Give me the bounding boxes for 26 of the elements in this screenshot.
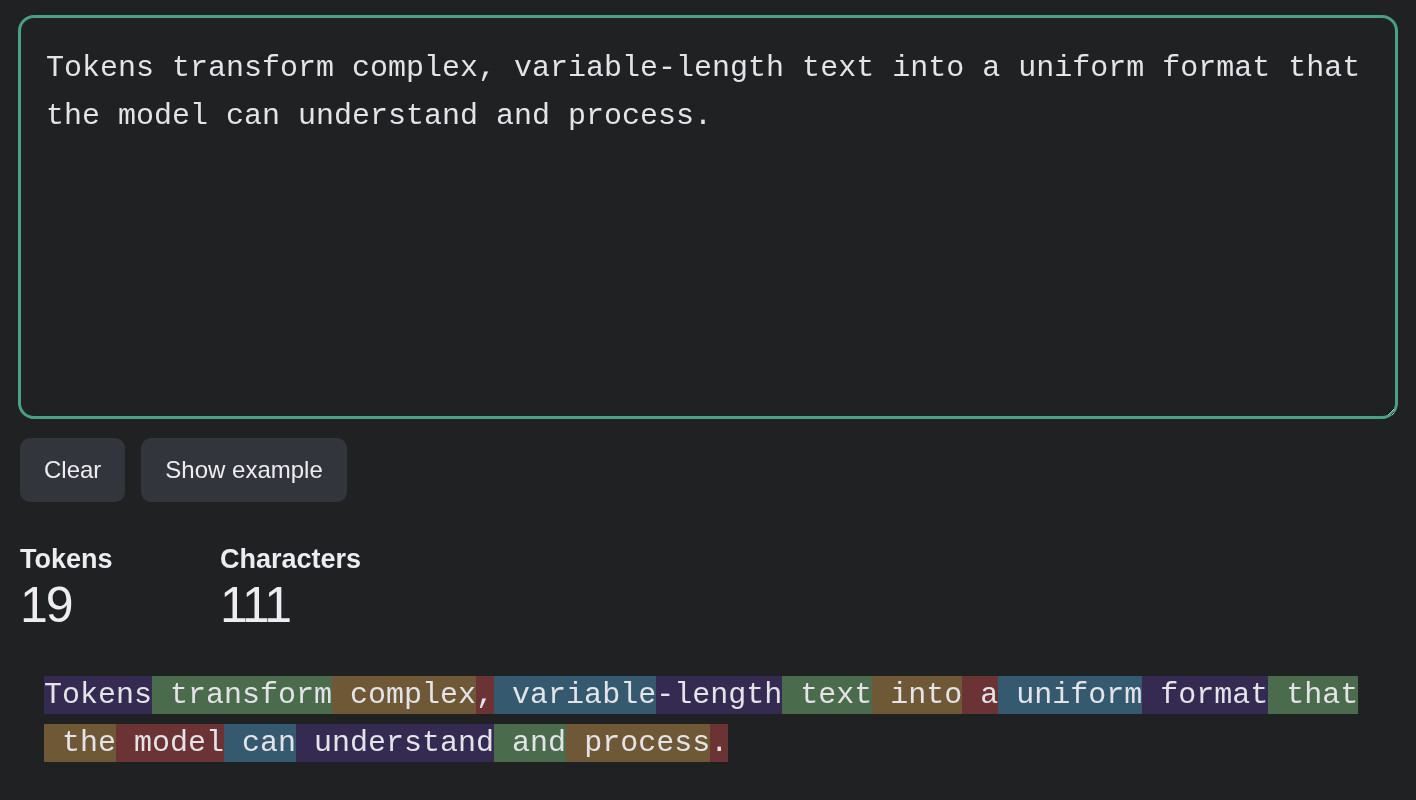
token-chip: can: [224, 724, 297, 762]
stat-value: 111: [220, 576, 290, 634]
token-chip: that: [1268, 676, 1359, 714]
token-chip: and: [494, 724, 567, 762]
token-chip: the: [44, 724, 116, 762]
token-chip: complex: [332, 676, 477, 714]
token-chip: understand: [296, 724, 495, 762]
token-chip: model: [116, 724, 225, 762]
token-chip: variable: [494, 676, 657, 714]
token-chip: format: [1142, 676, 1269, 714]
token-chip: transform: [152, 676, 333, 714]
token-chip: a: [962, 676, 999, 714]
token-chip: -length: [656, 676, 783, 714]
token-chip: process: [566, 724, 711, 762]
stat-label: Characters: [220, 543, 362, 576]
token-chip: text: [782, 676, 873, 714]
token-chip: Tokens: [44, 676, 153, 714]
stat-label: Tokens: [20, 543, 113, 576]
text-input-field[interactable]: Tokens transform complex, variable-length text into a uniform format that the model can understand and process.: [18, 15, 1398, 419]
token-chip: uniform: [998, 676, 1143, 714]
stat-value: 19: [20, 576, 72, 634]
token-chip: into: [872, 676, 963, 714]
token-chip: ,: [476, 676, 495, 714]
clear-button[interactable]: Clear: [20, 438, 126, 502]
token-chip: .: [710, 724, 729, 762]
example-button[interactable]: Show example: [141, 438, 347, 502]
